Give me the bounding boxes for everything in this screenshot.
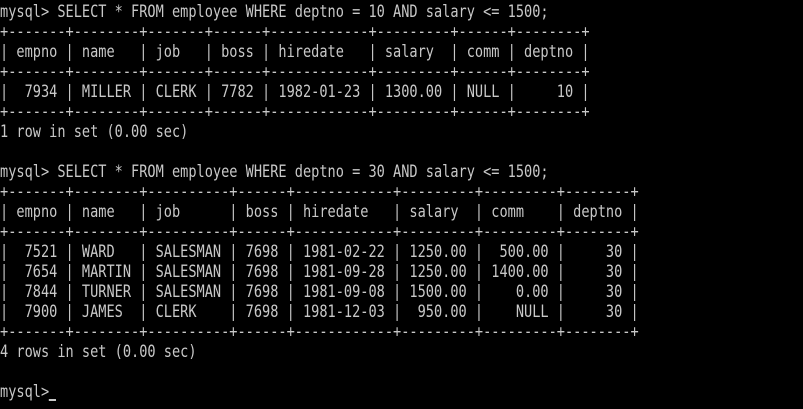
prompt-line[interactable]: mysql> [0, 382, 57, 402]
table-1-border-mid: +-------+--------+-------+------+-------… [0, 62, 590, 82]
query-2-command: mysql> SELECT * FROM employee WHERE dept… [0, 162, 549, 182]
text-cursor [49, 399, 57, 401]
table-2-border-bottom: +-------+--------+----------+------+----… [0, 322, 639, 342]
table-row: | 7521 | WARD | SALESMAN | 7698 | 1981-0… [0, 242, 639, 262]
table-2-border-top: +-------+--------+----------+------+----… [0, 182, 639, 202]
mysql-prompt: mysql> [0, 382, 50, 402]
table-2-border-mid: +-------+--------+----------+------+----… [0, 222, 639, 242]
query-1-result-summary: 1 row in set (0.00 sec) [0, 122, 189, 142]
table-1-border-top: +-------+--------+-------+------+-------… [0, 22, 590, 42]
table-1-header-row: | empno | name | job | boss | hiredate |… [0, 42, 590, 62]
terminal-window[interactable]: mysql> SELECT * FROM employee WHERE dept… [0, 0, 803, 409]
table-row: | 7654 | MARTIN | SALESMAN | 7698 | 1981… [0, 262, 639, 282]
table-2-header-row: | empno | name | job | boss | hiredate |… [0, 202, 639, 222]
table-row: | 7900 | JAMES | CLERK | 7698 | 1981-12-… [0, 302, 639, 322]
table-row: | 7844 | TURNER | SALESMAN | 7698 | 1981… [0, 282, 639, 302]
table-1-border-bottom: +-------+--------+-------+------+-------… [0, 102, 590, 122]
table-row: | 7934 | MILLER | CLERK | 7782 | 1982-01… [0, 82, 590, 102]
query-2-result-summary: 4 rows in set (0.00 sec) [0, 342, 197, 362]
query-1-command: mysql> SELECT * FROM employee WHERE dept… [0, 2, 549, 22]
